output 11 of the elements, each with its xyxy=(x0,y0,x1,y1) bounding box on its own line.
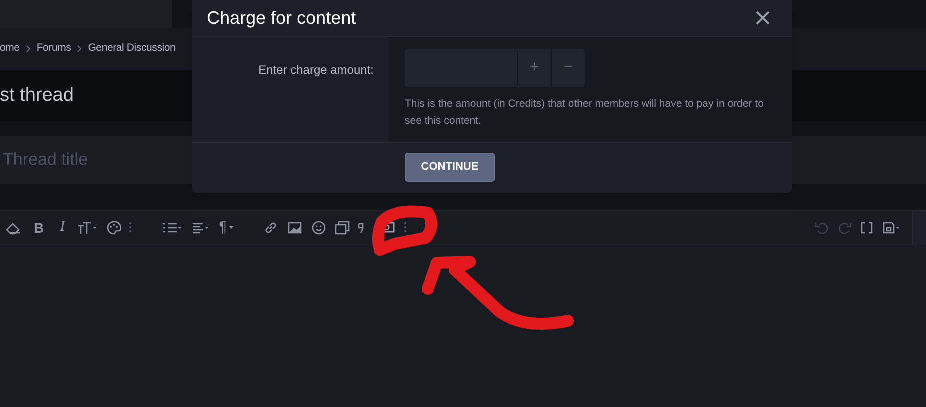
breadcrumb-link[interactable]: ome xyxy=(0,41,20,57)
breadcrumb-link[interactable]: Forums xyxy=(36,41,72,57)
hint-text: This is the amount (in Credits) that other members will have to pay in order to see this content. xyxy=(405,97,765,129)
charge-label: Enter charge amount: xyxy=(258,62,374,77)
bold-button[interactable]: B xyxy=(34,220,44,234)
dialog-title: Charge for content xyxy=(207,6,356,30)
page-title: st thread xyxy=(0,84,74,108)
continue-button[interactable]: CONTINUE xyxy=(405,153,495,182)
breadcrumb-link[interactable]: General Discussion xyxy=(88,41,176,57)
italic-button[interactable]: I xyxy=(60,220,66,235)
paragraph-button[interactable]: ¶ xyxy=(219,220,228,235)
